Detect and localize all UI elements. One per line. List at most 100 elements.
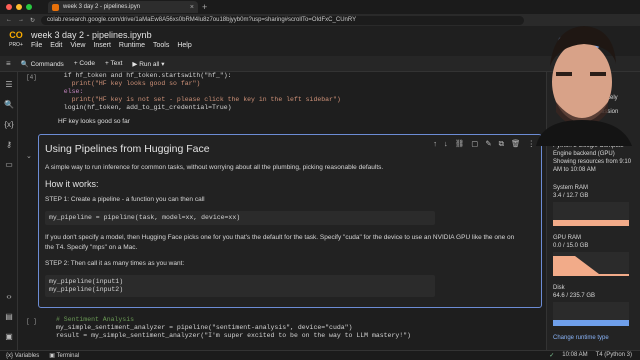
colab-favicon-icon	[52, 3, 59, 11]
colab-logo-text: CO	[9, 30, 23, 40]
url-field[interactable]: colab.research.google.com/drive/1aMaEw8A…	[41, 15, 524, 25]
close-window-button[interactable]	[6, 4, 12, 10]
status-bar: {x} Variables ▣ Terminal ✓ 10:08 AM T4 (…	[0, 350, 640, 360]
screen: week 3 day 2 - pipelines.ipyn × + ← → ↻ …	[0, 0, 640, 360]
markdown-note: If you don't specify a model, then Huggi…	[45, 234, 515, 251]
notebook-area: [4] if hf_token and hf_token.startswith(…	[18, 72, 546, 350]
system-ram-chart	[553, 202, 629, 226]
cell-toolbar: ↑ ↓ ⛓ ▢ ✎ ⧉ 🗑 ⋮	[433, 139, 535, 149]
menu-view[interactable]: View	[70, 42, 85, 49]
disk-fill	[553, 319, 629, 326]
markdown-code-block-1: my_pipeline = pipeline(task, model=xx, d…	[45, 211, 435, 225]
back-icon[interactable]: ←	[6, 17, 12, 23]
collapse-section-icon[interactable]: ⌄	[26, 152, 32, 160]
find-icon[interactable]: 🔍	[4, 100, 14, 110]
menu-insert[interactable]: Insert	[93, 42, 111, 49]
next-code-line: # Sentiment Analysis	[56, 316, 135, 323]
next-code-line: my_simple_sentiment_analyzer = pipeline(…	[56, 324, 353, 331]
add-text-button[interactable]: + Text	[105, 60, 122, 67]
markdown-code-block-2: my_pipeline(input1) my_pipeline(input2)	[45, 275, 435, 297]
markdown-cell[interactable]: ↑ ↓ ⛓ ▢ ✎ ⧉ 🗑 ⋮ Using Pipelines from Hug…	[38, 134, 542, 308]
menu-edit[interactable]: Edit	[50, 42, 62, 49]
notebook-title[interactable]: week 3 day 2 - pipelines.ipynb	[31, 30, 152, 40]
gpu-ram-value: 0.0 / 15.0 GB	[553, 243, 589, 249]
prev-code-cell[interactable]: if hf_token and hf_token.startswith("hf_…	[56, 72, 341, 112]
move-up-icon[interactable]: ↑	[433, 139, 437, 149]
prev-cell-execution-count: [4]	[26, 74, 37, 81]
gpu-ram-label: GPU RAM	[553, 235, 582, 241]
menu-file[interactable]: File	[31, 42, 42, 49]
clock-text: 10:08 AM	[562, 352, 588, 358]
files-folder-icon[interactable]: ▭	[4, 160, 14, 170]
markdown-subheading: How it works:	[45, 179, 99, 189]
disk-value: 64.6 / 235.7 GB	[553, 293, 596, 299]
system-ram-value: 3.4 / 12.7 GB	[553, 193, 589, 199]
mirror-icon[interactable]: ⧉	[499, 139, 504, 149]
close-tab-icon[interactable]: ×	[190, 4, 194, 11]
link-icon[interactable]: ⛓	[455, 139, 465, 149]
menu-bar: File Edit View Insert Runtime Tools Help	[31, 42, 192, 49]
url-text: colab.research.google.com/drive/1aMaEw8A…	[47, 17, 357, 23]
variables-button[interactable]: {x} Variables	[6, 353, 39, 359]
markdown-step-2: STEP 2: Then call it as many times as yo…	[45, 260, 185, 267]
markdown-step-1: STEP 1: Create a pipeline - a function y…	[45, 196, 205, 203]
variables-label: Variables	[14, 352, 40, 359]
prev-code-line: print("HF key looks good so far")	[56, 80, 201, 87]
terminal-button[interactable]: ▣ Terminal	[49, 352, 79, 359]
new-tab-icon[interactable]: +	[202, 2, 207, 12]
edit-icon[interactable]: ✎	[485, 139, 491, 149]
gpu-ram-graph	[553, 256, 629, 276]
commands-label: Commands	[30, 60, 64, 68]
forward-icon[interactable]: →	[18, 17, 24, 23]
run-all-label: Run all	[139, 60, 160, 68]
terminal-icon[interactable]: ▣	[4, 332, 14, 342]
table-of-contents-icon[interactable]: ☰	[4, 80, 14, 90]
minimize-window-button[interactable]	[16, 4, 22, 10]
next-cell-execution-count: [ ]	[26, 318, 37, 325]
next-code-cell[interactable]: # Sentiment Analysis my_simple_sentiment…	[56, 316, 411, 340]
browser-tab-title: week 3 day 2 - pipelines.ipyn	[63, 4, 141, 10]
disk-chart	[553, 302, 629, 326]
secrets-key-icon[interactable]: ⚷	[4, 140, 14, 150]
disk-label: Disk	[553, 285, 565, 291]
window-controls	[0, 4, 32, 10]
menu-runtime[interactable]: Runtime	[119, 42, 145, 49]
prev-code-line: login(hf_token, add_to_git_credential=Tr…	[56, 104, 232, 111]
browser-tab-bar: week 3 day 2 - pipelines.ipyn × +	[0, 0, 640, 14]
menu-help[interactable]: Help	[177, 42, 191, 49]
menu-tools[interactable]: Tools	[153, 42, 169, 49]
run-all-button[interactable]: ▶ Run all ▾	[132, 60, 164, 68]
prev-code-line: if hf_token and hf_token.startswith("hf_…	[56, 72, 232, 79]
add-code-button[interactable]: + Code	[74, 60, 95, 67]
zoom-window-button[interactable]	[26, 4, 32, 10]
colab-logo[interactable]: CO PRO+	[6, 30, 26, 50]
colab-plan-badge: PRO+	[9, 42, 23, 48]
webcam-overlay	[536, 26, 632, 146]
prev-code-line: else:	[56, 88, 84, 95]
gpu-ram-chart	[553, 252, 629, 276]
comment-icon[interactable]: ▢	[471, 139, 478, 149]
change-runtime-type-link[interactable]: Change runtime type	[553, 334, 609, 342]
command-palette-icon[interactable]: ▤	[4, 312, 14, 322]
runtime-ok-icon: ✓	[549, 353, 555, 359]
variables-icon[interactable]: {x}	[4, 120, 14, 130]
system-ram-fill	[553, 219, 629, 226]
markdown-intro: A simple way to run inference for common…	[45, 164, 384, 171]
reload-icon[interactable]: ↻	[30, 17, 35, 24]
terminal-label: Terminal	[56, 353, 80, 359]
runtime-indicator[interactable]: T4 (Python 3)	[596, 352, 632, 359]
move-down-icon[interactable]: ↓	[444, 139, 448, 149]
markdown-code-line: my_pipeline = pipeline(task, model=xx, d…	[49, 214, 241, 221]
resources-timespan: Showing resources from 9:10 AM to 10:08 …	[553, 159, 632, 173]
system-ram-label: System RAM	[553, 185, 589, 191]
markdown-code-line: my_pipeline(input1)	[49, 278, 124, 285]
markdown-code-line: my_pipeline(input2)	[49, 286, 124, 293]
cell-output: HF key looks good so far	[58, 118, 130, 125]
browser-tab[interactable]: week 3 day 2 - pipelines.ipyn ×	[48, 1, 198, 13]
delete-icon[interactable]: 🗑	[511, 139, 521, 149]
commands-button[interactable]: 🔍 Commands	[21, 60, 64, 68]
prev-code-line: print("HF key is not set - please click …	[56, 96, 341, 103]
menu-icon[interactable]: ≡	[6, 59, 11, 68]
left-sidebar: ☰ 🔍 {x} ⚷ ▭ ‹› ▤ ▣	[0, 72, 18, 350]
code-snippets-icon[interactable]: ‹›	[4, 292, 14, 302]
